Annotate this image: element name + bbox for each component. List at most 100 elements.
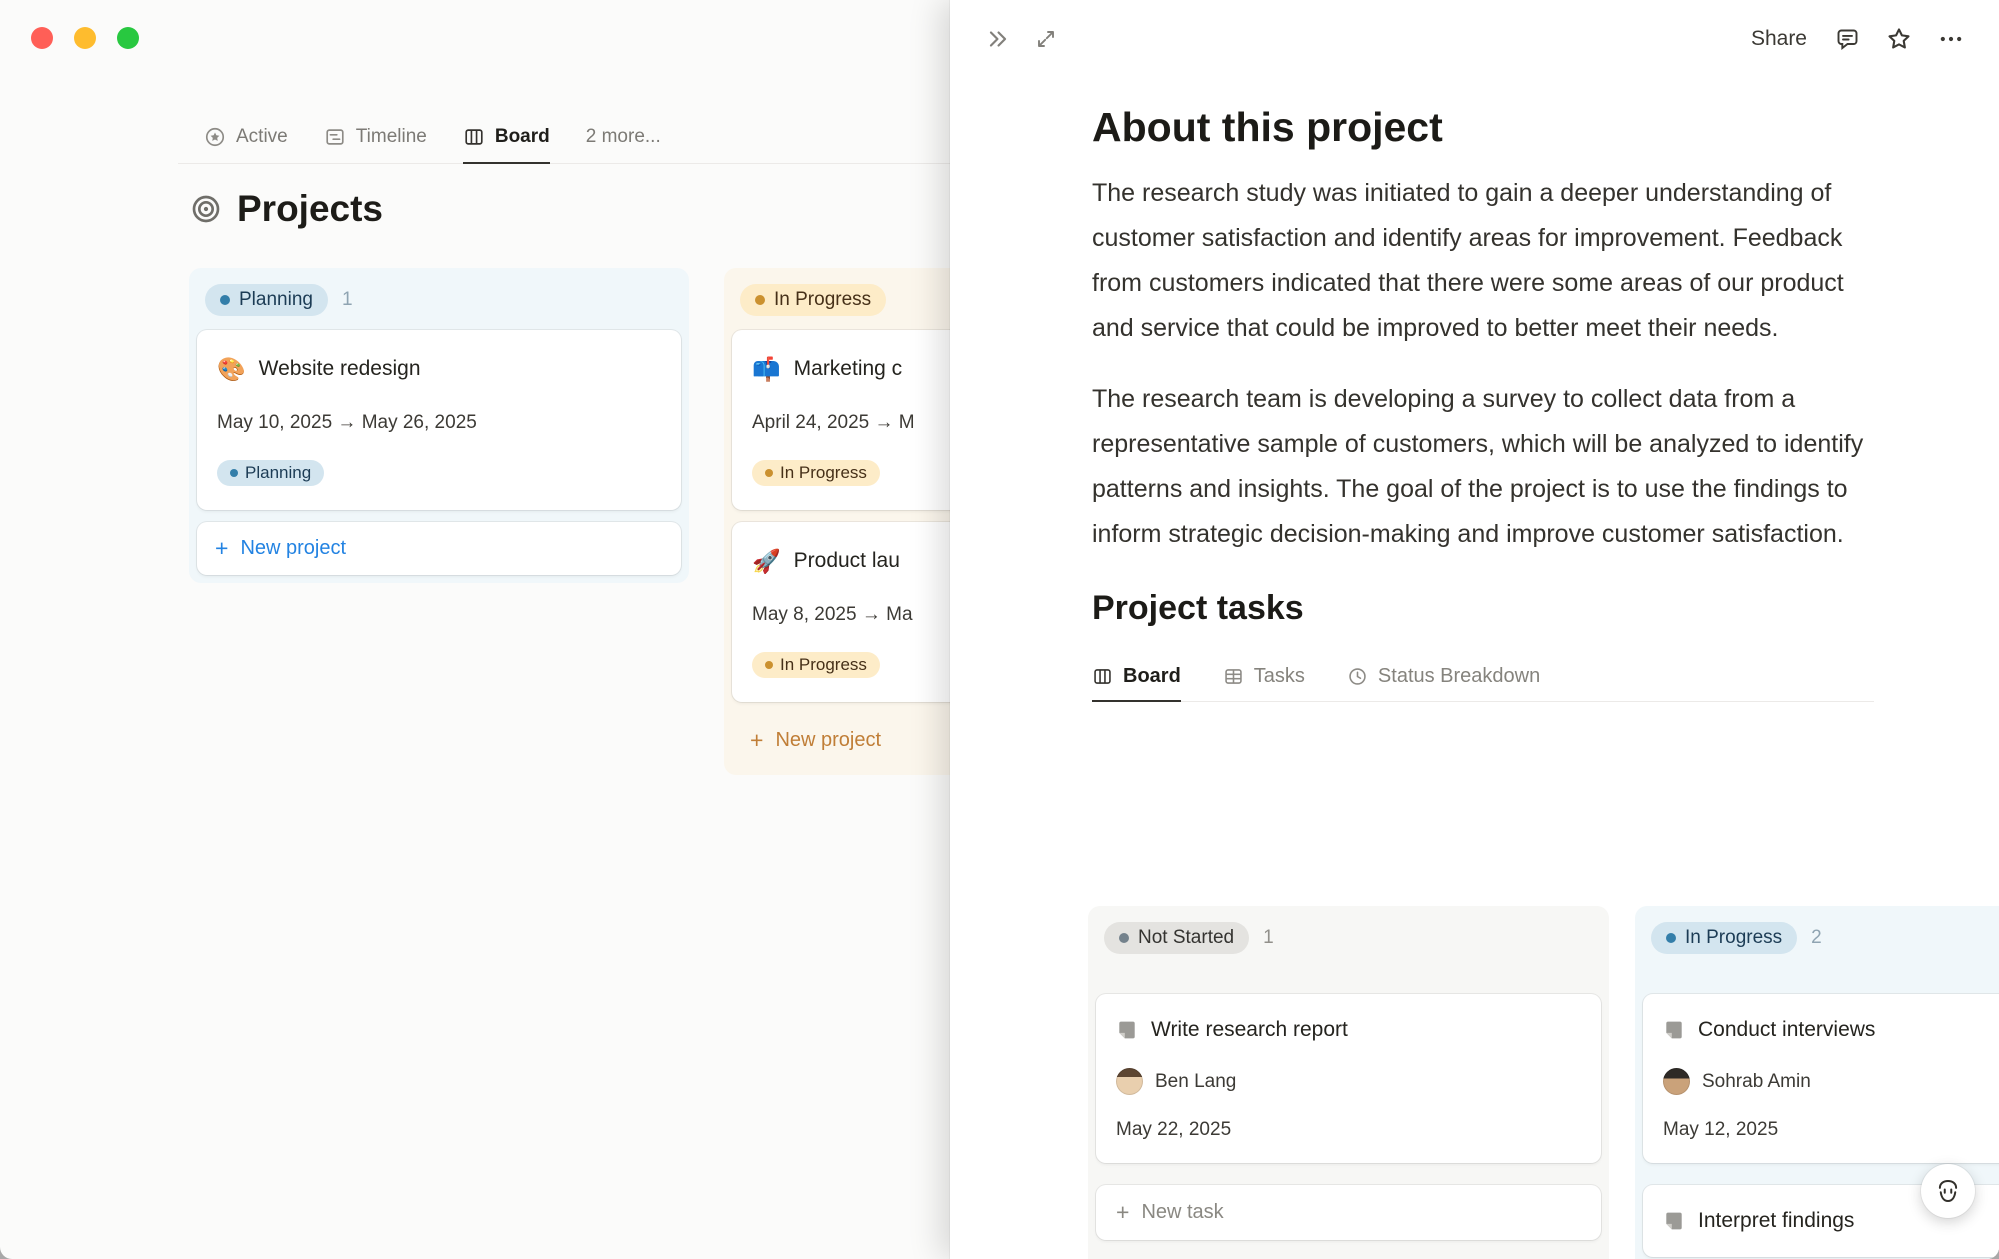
status-label: Not Started — [1138, 927, 1234, 949]
traffic-lights — [31, 27, 139, 49]
card-status-tag: In Progress — [752, 652, 880, 678]
mailbox-emoji-icon: 📫 — [752, 358, 781, 381]
card-title-row: Write research report — [1116, 1016, 1581, 1044]
column-header: Planning 1 — [205, 284, 673, 316]
card-title: Interpret findings — [1698, 1207, 1854, 1235]
favorite-star-icon[interactable] — [1879, 21, 1919, 57]
status-dot — [1119, 933, 1129, 943]
card-title: Write research report — [1151, 1016, 1348, 1044]
tasks-view-tabs: Board Tasks Status Breakdown — [1092, 652, 1874, 702]
table-icon — [1223, 666, 1244, 687]
side-peek-toolbar: Share — [950, 0, 1999, 78]
card-status-tag: Planning — [217, 460, 324, 486]
rocket-emoji-icon: 🚀 — [752, 550, 781, 573]
plus-icon: + — [215, 537, 228, 560]
zoom-window-button[interactable] — [117, 27, 139, 49]
new-task-button[interactable]: + New task — [1096, 1185, 1601, 1240]
tab-active-view[interactable]: Active — [204, 112, 288, 164]
clock-icon — [1347, 666, 1368, 687]
assignee-row: Sohrab Amin — [1663, 1068, 1999, 1095]
status-label: In Progress — [1685, 927, 1782, 949]
card-date-range: May 10, 2025 → May 26, 2025 — [217, 412, 661, 434]
peek-page-title: About this project — [1092, 104, 1874, 151]
note-icon — [1663, 1210, 1685, 1232]
status-badge-in-progress[interactable]: In Progress — [1651, 922, 1797, 954]
plus-icon: + — [750, 729, 763, 752]
side-peek-panel: Share About this project The research st… — [950, 0, 1999, 1259]
toolbar-left-group — [978, 21, 1066, 57]
status-dot — [765, 661, 773, 669]
tab-label: Status Breakdown — [1378, 665, 1540, 688]
tab-label: Tasks — [1254, 665, 1305, 688]
task-due-date: May 22, 2025 — [1116, 1119, 1581, 1141]
notion-ai-button[interactable] — [1921, 1164, 1975, 1218]
avatar — [1663, 1068, 1690, 1095]
project-card-website-redesign[interactable]: 🎨 Website redesign May 10, 2025 → May 26… — [197, 330, 681, 510]
star-circle-icon — [204, 126, 226, 148]
new-task-label: New task — [1141, 1201, 1223, 1224]
status-label: Planning — [245, 463, 311, 483]
status-dot — [755, 295, 765, 305]
column-header: Not Started 1 — [1104, 922, 1593, 954]
target-icon — [190, 193, 222, 225]
view-tabs: Active Timeline Board 2 more... — [178, 112, 950, 164]
status-badge-planning[interactable]: Planning — [205, 284, 328, 316]
tab-board-view[interactable]: Board — [463, 112, 550, 164]
notion-ai-face-icon — [1933, 1176, 1963, 1206]
notion-window: Active Timeline Board 2 more... Projects — [0, 0, 1999, 1259]
avatar — [1116, 1068, 1143, 1095]
side-peek-content: About this project The research study wa… — [1092, 78, 1874, 702]
card-title: Conduct interviews — [1698, 1016, 1875, 1044]
palette-emoji-icon: 🎨 — [217, 358, 246, 381]
task-due-date: May 12, 2025 — [1663, 1119, 1999, 1141]
status-dot — [1666, 933, 1676, 943]
new-project-label: New project — [775, 729, 881, 752]
tab-timeline-view[interactable]: Timeline — [324, 112, 427, 164]
board-columns-icon — [463, 126, 485, 148]
double-chevron-right-icon[interactable] — [978, 21, 1018, 57]
comment-icon[interactable] — [1827, 21, 1867, 57]
column-count: 1 — [1263, 927, 1274, 949]
ellipsis-icon[interactable] — [1931, 21, 1971, 57]
page-title: Projects — [237, 188, 383, 230]
tab-label: 2 more... — [586, 126, 661, 148]
status-label: In Progress — [774, 289, 871, 311]
assignee-name: Sohrab Amin — [1702, 1071, 1811, 1093]
card-title: Product lau — [794, 546, 900, 576]
task-column-not-started: Not Started 1 Write research report Ben … — [1088, 906, 1609, 1259]
status-badge-not-started[interactable]: Not Started — [1104, 922, 1249, 954]
card-title: Marketing c — [794, 354, 903, 384]
task-card-write-research-report[interactable]: Write research report Ben Lang May 22, 2… — [1096, 994, 1601, 1163]
minimize-window-button[interactable] — [74, 27, 96, 49]
tab-label: Active — [236, 126, 288, 148]
tab-label: Timeline — [356, 126, 427, 148]
status-badge-in-progress[interactable]: In Progress — [740, 284, 886, 316]
toolbar-right-group: Share — [1743, 21, 1971, 57]
column-header: In Progress 2 — [1651, 922, 1999, 954]
paragraph: The research study was initiated to gain… — [1092, 171, 1874, 351]
tab-status-breakdown-view[interactable]: Status Breakdown — [1347, 652, 1540, 702]
tab-label: Board — [1123, 665, 1181, 688]
tasks-section-heading: Project tasks — [1092, 589, 1874, 628]
board-columns-icon — [1092, 666, 1113, 687]
new-project-button[interactable]: + New project — [197, 522, 681, 575]
status-dot — [230, 469, 238, 477]
status-label: In Progress — [780, 463, 867, 483]
new-project-label: New project — [240, 537, 346, 560]
share-button[interactable]: Share — [1743, 23, 1815, 55]
tab-board-view[interactable]: Board — [1092, 652, 1181, 702]
card-title: Website redesign — [259, 354, 421, 384]
column-count: 2 — [1811, 927, 1822, 949]
board-column-planning: Planning 1 🎨 Website redesign May 10, 20… — [189, 268, 689, 583]
card-title-row: Conduct interviews — [1663, 1016, 1999, 1044]
assignee-row: Ben Lang — [1116, 1068, 1581, 1095]
assignee-name: Ben Lang — [1155, 1071, 1236, 1093]
card-title-row: 🎨 Website redesign — [217, 354, 661, 384]
task-card-conduct-interviews[interactable]: Conduct interviews Sohrab Amin May 12, 2… — [1643, 994, 1999, 1163]
status-dot — [220, 295, 230, 305]
close-window-button[interactable] — [31, 27, 53, 49]
tab-tasks-view[interactable]: Tasks — [1223, 652, 1305, 702]
tab-more-views[interactable]: 2 more... — [586, 112, 661, 164]
expand-diagonal-icon[interactable] — [1026, 21, 1066, 57]
tab-label: Board — [495, 126, 550, 148]
